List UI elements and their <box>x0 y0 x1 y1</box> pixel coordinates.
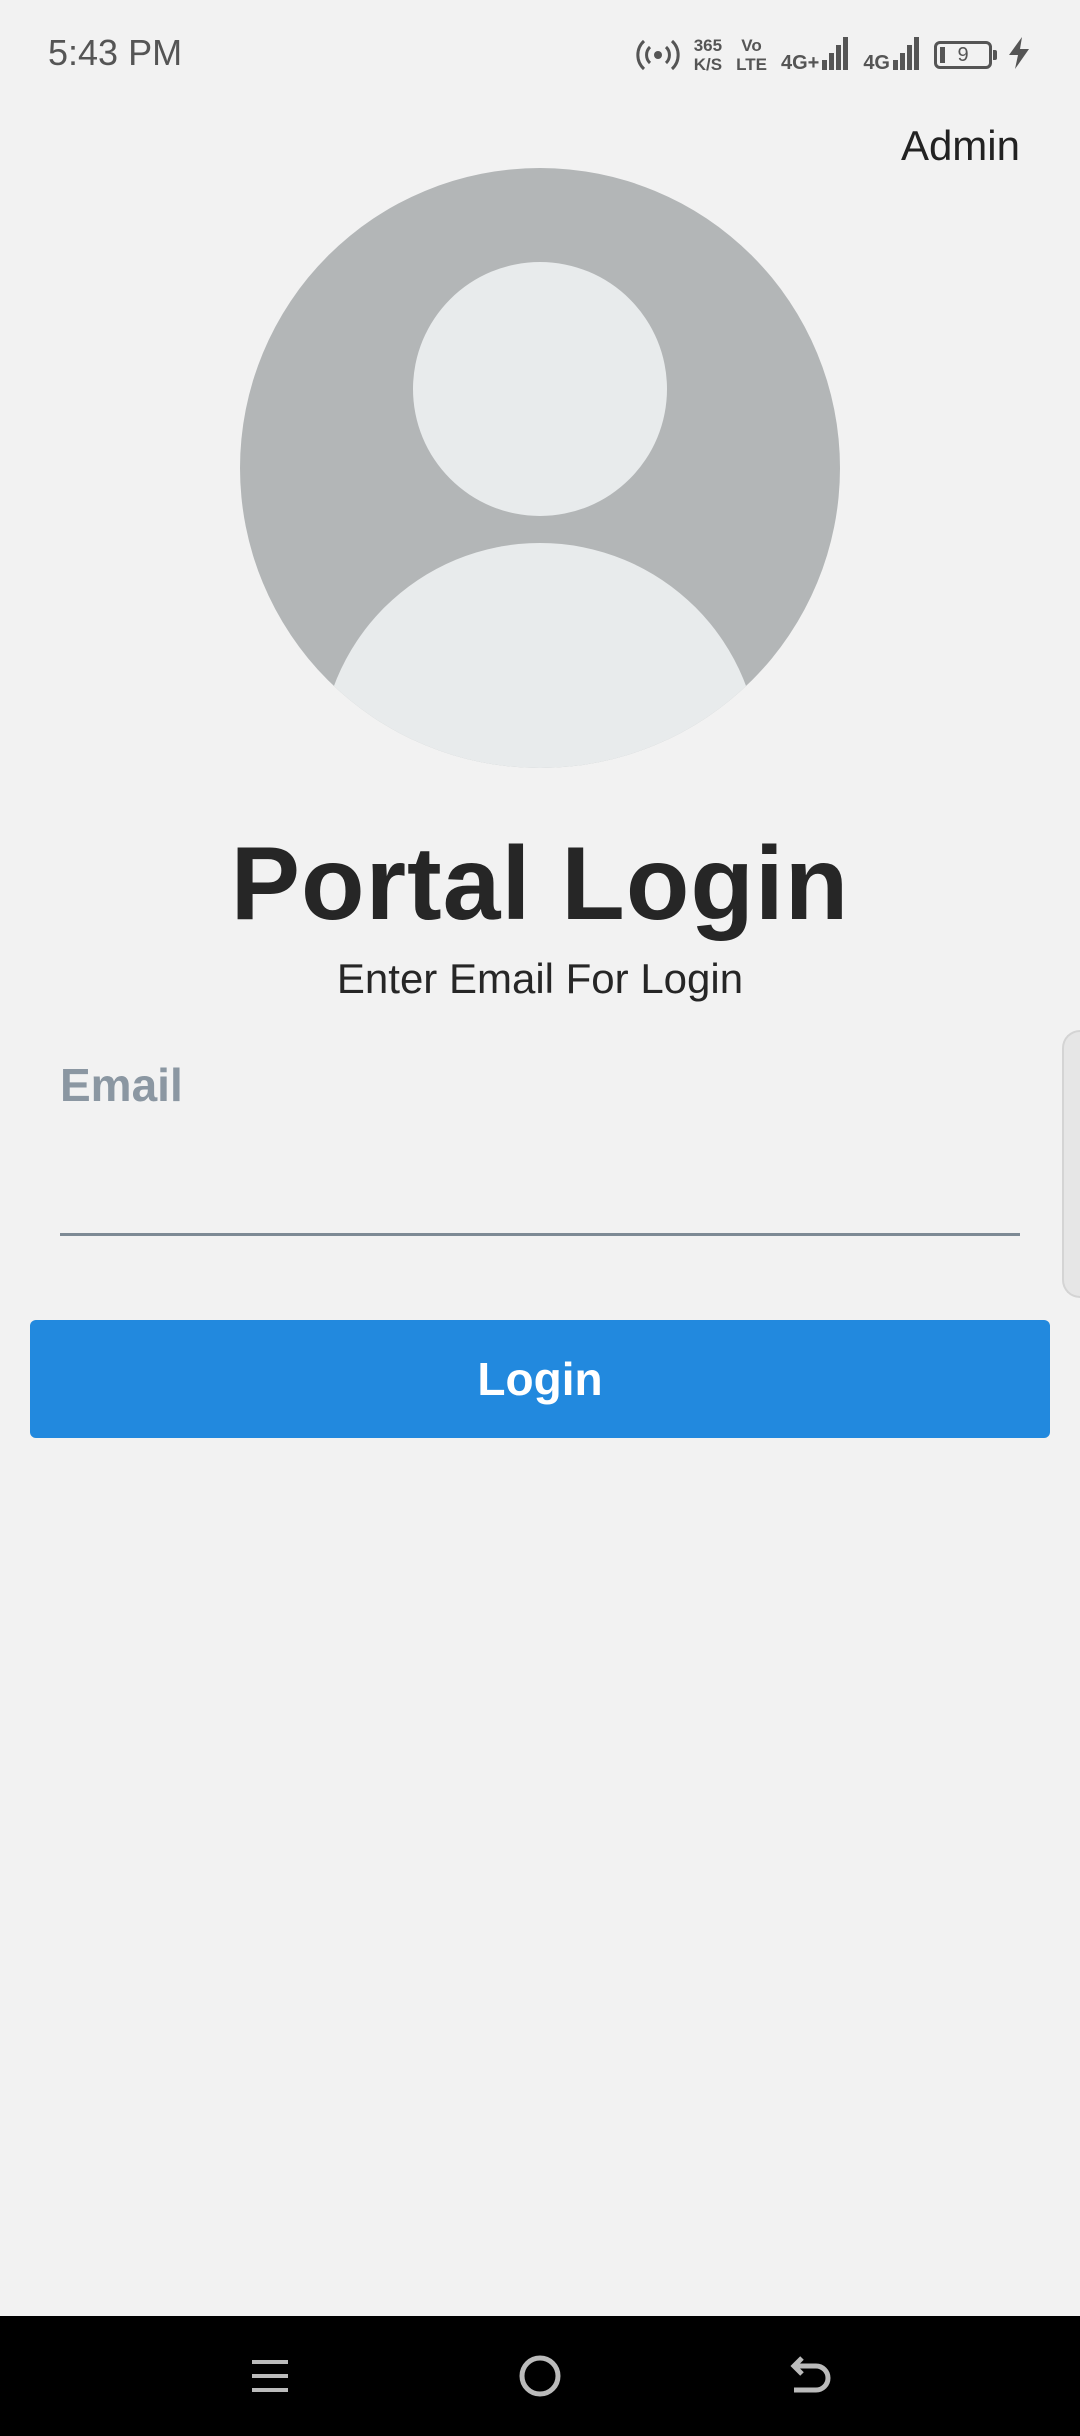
status-time: 5:43 PM <box>48 32 183 73</box>
home-icon[interactable] <box>510 2346 570 2406</box>
avatar-body <box>320 543 760 768</box>
network-1: 4G+ <box>781 36 849 75</box>
net-speed-unit: K/S <box>693 55 723 74</box>
signal-icon <box>821 36 849 75</box>
avatar-head <box>413 262 667 516</box>
charging-icon <box>1006 36 1032 75</box>
hotspot-icon <box>636 31 680 80</box>
login-button[interactable]: Login <box>30 1320 1050 1438</box>
email-field[interactable] <box>60 1140 1020 1236</box>
signal-icon <box>892 36 920 75</box>
volte-top: Vo <box>741 36 762 55</box>
network-1-label: 4G+ <box>780 51 820 74</box>
page-title: Portal Login <box>230 826 850 942</box>
email-label: Email <box>60 1059 183 1111</box>
avatar <box>240 168 840 768</box>
volte-indicator: Vo LTE <box>736 36 767 74</box>
network-2: 4G <box>863 36 920 75</box>
nav-bar <box>0 2316 1080 2436</box>
battery-icon: 9 <box>934 41 997 69</box>
back-icon[interactable] <box>780 2346 840 2406</box>
net-speed: 365 K/S <box>694 36 722 74</box>
edge-panel-handle[interactable] <box>1062 1030 1080 1298</box>
page-subtitle: Enter Email For Login <box>336 955 744 1002</box>
status-bar: 5:43 PM 365 K/S Vo LTE 4G+ 4G 9 <box>0 0 1080 110</box>
battery-level: 9 <box>957 43 969 66</box>
admin-link[interactable]: Admin <box>901 122 1020 170</box>
network-2-label: 4G <box>863 51 890 74</box>
volte-bottom: LTE <box>736 55 767 74</box>
status-icons: 365 K/S Vo LTE 4G+ 4G 9 <box>636 30 1032 80</box>
net-speed-value: 365 <box>693 36 723 55</box>
login-screen: 5:43 PM 365 K/S Vo LTE 4G+ 4G 9 Admin Po… <box>0 0 1080 2436</box>
menu-icon[interactable] <box>240 2346 300 2406</box>
